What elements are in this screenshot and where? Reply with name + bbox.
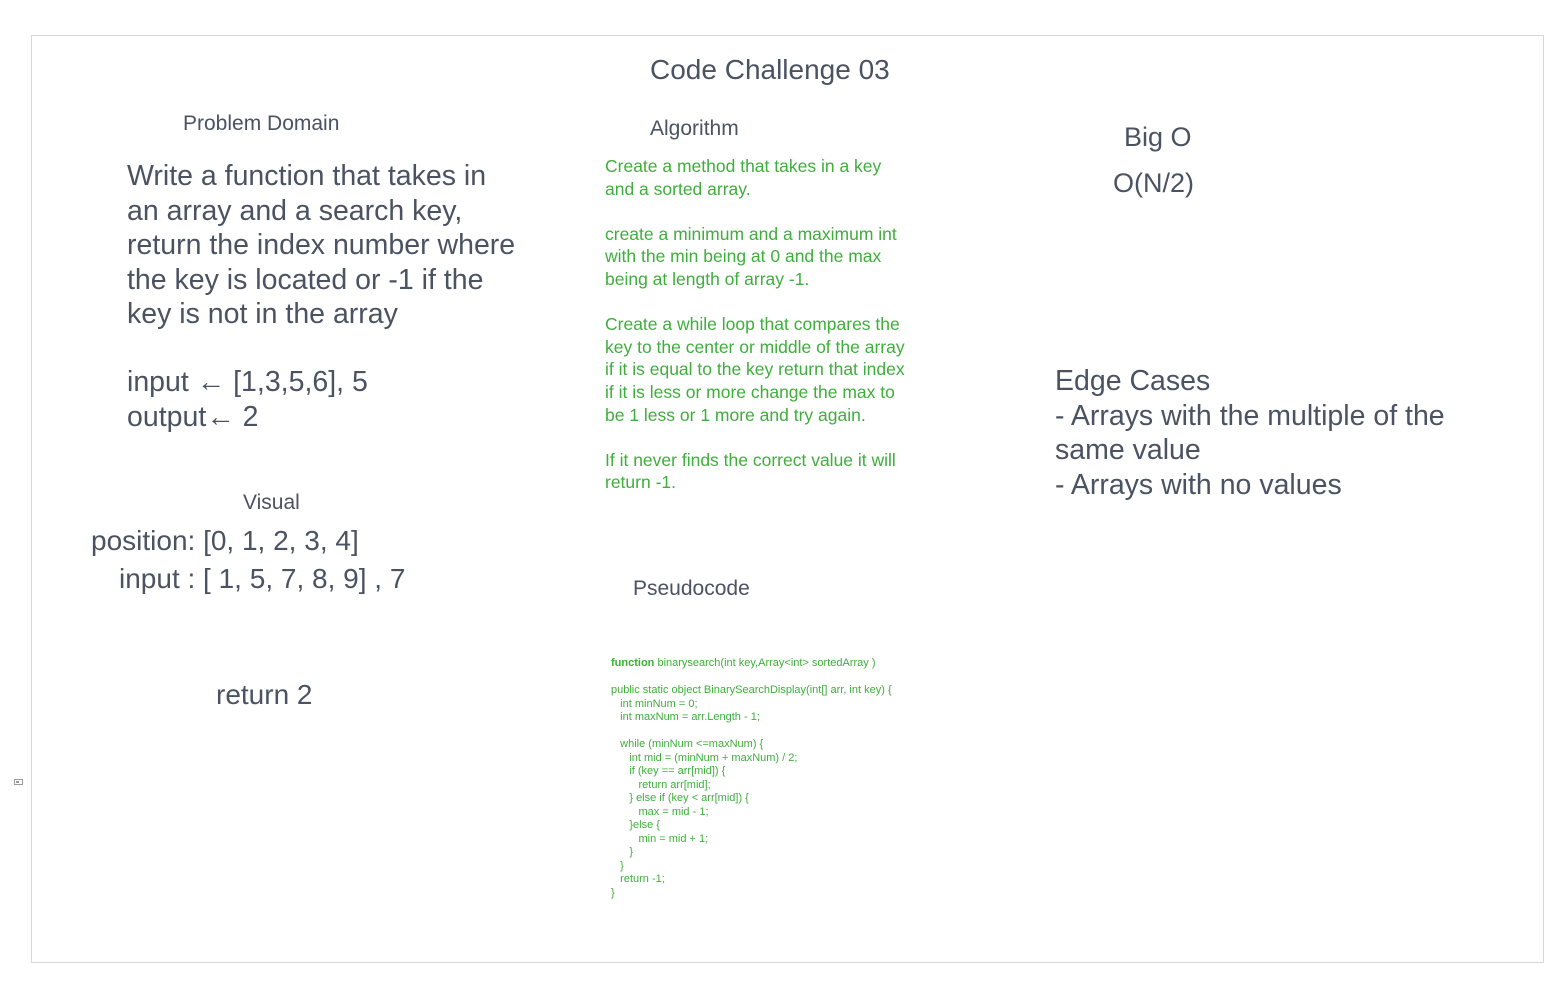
- visual-position-line: position: [0, 1, 2, 3, 4]: [91, 525, 359, 556]
- algorithm-step: If it never finds the correct value it w…: [605, 449, 896, 493]
- visual-input-line: input : [ 1, 5, 7, 8, 9] , 7: [119, 563, 406, 594]
- big-o-heading: Big O: [1124, 122, 1192, 152]
- pseudocode-signature: function binarysearch(int key,Array<int>…: [611, 657, 876, 671]
- pseudocode-keyword: function: [611, 657, 655, 669]
- page-title: Code Challenge 03: [650, 54, 890, 85]
- problem-domain-io: input ← [1,3,5,6], 5 output← 2: [127, 366, 368, 433]
- algorithm-steps: Create a method that takes in a key and …: [605, 155, 905, 517]
- whiteboard-page: Code Challenge 03 Problem Domain Write a…: [0, 0, 1567, 996]
- pseudocode-heading: Pseudocode: [633, 577, 750, 600]
- visual-heading: Visual: [243, 491, 300, 514]
- edge-case-item: - Arrays with no values: [1055, 468, 1342, 501]
- algorithm-heading: Algorithm: [650, 117, 739, 140]
- problem-domain-text: Write a function that takes in an array …: [127, 160, 516, 330]
- pseudocode-code: public static object BinarySearchDisplay…: [611, 684, 892, 899]
- visual-return-line: return 2: [216, 679, 313, 710]
- problem-domain-heading: Problem Domain: [183, 112, 340, 135]
- algorithm-step: Create a method that takes in a key and …: [605, 156, 882, 199]
- edge-cases: Edge Cases - Arrays with the multiple of…: [1055, 364, 1455, 502]
- pseudocode-signature-rest: binarysearch(int key,Array<int> sortedAr…: [654, 657, 876, 669]
- edge-case-item: - Arrays with the multiple of the same v…: [1055, 399, 1445, 467]
- algorithm-step: create a minimum and a maximum int with …: [605, 223, 897, 289]
- image-placeholder-icon: [14, 779, 23, 785]
- edge-cases-heading: Edge Cases: [1055, 365, 1211, 397]
- big-o-value: O(N/2): [1113, 168, 1194, 198]
- algorithm-step: Create a while loop that compares the ke…: [605, 314, 905, 425]
